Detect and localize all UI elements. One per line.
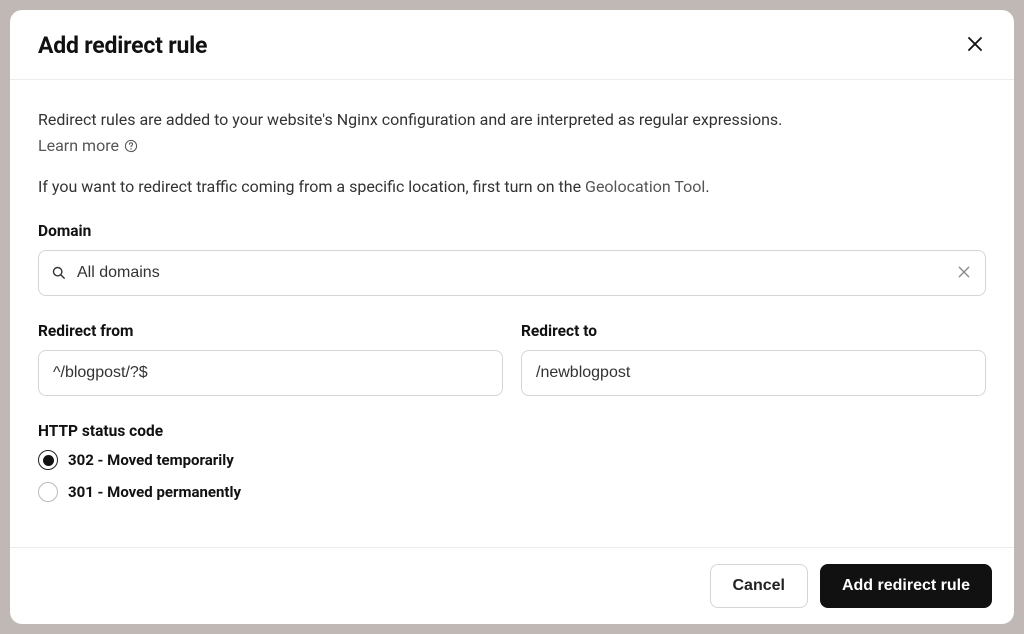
radio-301-label: 301 - Moved permanently — [68, 483, 241, 501]
status-code-radio-group: 302 - Moved temporarily 301 - Moved perm… — [38, 450, 986, 502]
help-icon — [123, 138, 139, 154]
geo-prefix: If you want to redirect traffic coming f… — [38, 177, 585, 196]
redirect-from-label: Redirect from — [38, 322, 503, 340]
status-code-label: HTTP status code — [38, 422, 986, 440]
geo-suffix: . — [705, 177, 709, 196]
redirect-from-field: Redirect from — [38, 322, 503, 396]
learn-more-label: Learn more — [38, 136, 119, 155]
search-icon — [51, 265, 67, 281]
radio-circle-checked-icon — [38, 450, 58, 470]
clear-domain-button[interactable] — [955, 264, 973, 282]
domain-label: Domain — [38, 222, 986, 240]
radio-circle-unchecked-icon — [38, 482, 58, 502]
redirect-row: Redirect from Redirect to — [38, 322, 986, 396]
modal-body: Redirect rules are added to your website… — [10, 80, 1014, 547]
learn-more-link[interactable]: Learn more — [38, 136, 139, 155]
modal-header: Add redirect rule — [10, 10, 1014, 80]
add-redirect-rule-button[interactable]: Add redirect rule — [820, 564, 992, 608]
cancel-button[interactable]: Cancel — [710, 564, 808, 608]
radio-302[interactable]: 302 - Moved temporarily — [38, 450, 986, 470]
redirect-to-input[interactable] — [521, 350, 986, 396]
clear-icon — [958, 265, 970, 282]
radio-301[interactable]: 301 - Moved permanently — [38, 482, 986, 502]
radio-302-label: 302 - Moved temporarily — [68, 451, 234, 469]
geolocation-hint: If you want to redirect traffic coming f… — [38, 177, 986, 196]
redirect-to-field: Redirect to — [521, 322, 986, 396]
intro-text: Redirect rules are added to your website… — [38, 108, 986, 132]
geolocation-tool-link[interactable]: Geolocation Tool — [585, 177, 705, 196]
close-icon — [968, 35, 982, 56]
modal-title: Add redirect rule — [38, 32, 207, 59]
modal-footer: Cancel Add redirect rule — [10, 547, 1014, 624]
redirect-to-label: Redirect to — [521, 322, 986, 340]
close-button[interactable] — [964, 35, 986, 57]
redirect-from-input[interactable] — [38, 350, 503, 396]
domain-input[interactable] — [77, 264, 955, 282]
add-redirect-rule-modal: Add redirect rule Redirect rules are add… — [10, 10, 1014, 624]
domain-field: Domain — [38, 222, 986, 296]
status-code-field: HTTP status code 302 - Moved temporarily… — [38, 422, 986, 502]
domain-input-wrap[interactable] — [38, 250, 986, 296]
